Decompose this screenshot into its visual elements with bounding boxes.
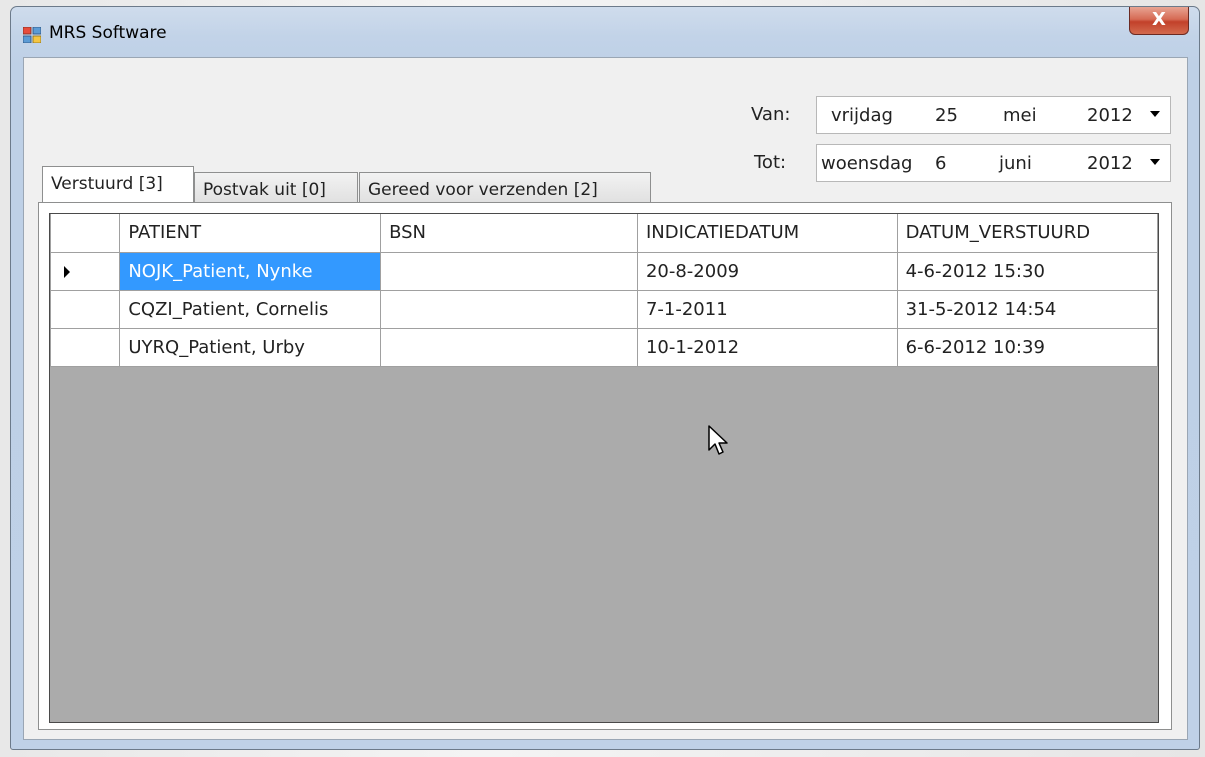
cell-bsn[interactable] <box>380 327 638 367</box>
cell-bsn[interactable] <box>380 251 638 291</box>
tab-panel: PATIENT BSN INDICATIEDATUM DATUM_VERSTUU… <box>38 202 1172 730</box>
window-title: MRS Software <box>49 23 167 43</box>
cell-datum-verstuurd[interactable]: 4-6-2012 15:30 <box>896 251 1158 291</box>
column-header-patient[interactable]: PATIENT <box>119 214 382 253</box>
column-header-indicatiedatum[interactable]: INDICATIEDATUM <box>636 214 898 253</box>
table-row[interactable]: CQZI_Patient, Cornelis 7-1-2011 31-5-201… <box>50 289 1158 329</box>
row-header-corner[interactable] <box>50 214 121 253</box>
tot-day: 6 <box>935 153 947 174</box>
tab-label: Verstuurd [3] <box>51 174 163 194</box>
tab-label: Gereed voor verzenden [2] <box>368 180 598 200</box>
tab-postvak-uit[interactable]: Postvak uit [0] <box>194 172 358 202</box>
cell-patient[interactable]: CQZI_Patient, Cornelis <box>119 289 382 329</box>
client-area: Van: vrijdag 25 mei 2012 Tot: woensdag 6… <box>23 57 1188 740</box>
cell-indicatiedatum[interactable]: 20-8-2009 <box>636 251 898 291</box>
tot-year: 2012 <box>1087 153 1133 174</box>
tot-weekday: woensdag <box>821 153 913 174</box>
title-bar[interactable]: MRS Software X <box>11 7 1199 57</box>
tot-label: Tot: <box>754 152 787 173</box>
app-icon <box>23 27 41 43</box>
cell-patient[interactable]: UYRQ_Patient, Urby <box>119 327 382 367</box>
tab-gereed-voor-verzenden[interactable]: Gereed voor verzenden [2] <box>359 172 651 202</box>
main-window: MRS Software X Van: vrijdag 25 mei 2012 … <box>10 6 1200 750</box>
row-header[interactable] <box>50 327 121 367</box>
van-weekday: vrijdag <box>831 105 893 126</box>
tot-date-picker[interactable]: woensdag 6 juni 2012 <box>816 144 1171 182</box>
cell-bsn[interactable] <box>380 289 638 329</box>
van-day: 25 <box>935 105 958 126</box>
cell-datum-verstuurd[interactable]: 31-5-2012 14:54 <box>896 289 1158 329</box>
column-header-datum-verstuurd[interactable]: DATUM_VERSTUURD <box>896 214 1158 253</box>
header-row: PATIENT BSN INDICATIEDATUM DATUM_VERSTUU… <box>50 214 1158 253</box>
cell-patient[interactable]: NOJK_Patient, Nynke <box>119 251 382 291</box>
tab-label: Postvak uit [0] <box>203 180 326 200</box>
row-header[interactable] <box>50 289 121 329</box>
close-icon: X <box>1152 9 1166 30</box>
grid-table: PATIENT BSN INDICATIEDATUM DATUM_VERSTUU… <box>50 214 1158 367</box>
chevron-down-icon[interactable] <box>1150 159 1160 165</box>
cell-indicatiedatum[interactable]: 10-1-2012 <box>636 327 898 367</box>
van-month: mei <box>1003 105 1037 126</box>
current-row-arrow-icon <box>64 265 70 278</box>
van-date-picker[interactable]: vrijdag 25 mei 2012 <box>816 96 1171 134</box>
column-header-bsn[interactable]: BSN <box>380 214 638 253</box>
chevron-down-icon[interactable] <box>1150 111 1160 117</box>
van-label: Van: <box>751 104 791 125</box>
table-row[interactable]: NOJK_Patient, Nynke 20-8-2009 4-6-2012 1… <box>50 251 1158 291</box>
close-button[interactable]: X <box>1129 7 1189 35</box>
table-row[interactable]: UYRQ_Patient, Urby 10-1-2012 6-6-2012 10… <box>50 327 1158 367</box>
data-grid[interactable]: PATIENT BSN INDICATIEDATUM DATUM_VERSTUU… <box>49 213 1159 723</box>
van-year: 2012 <box>1087 105 1133 126</box>
cell-indicatiedatum[interactable]: 7-1-2011 <box>636 289 898 329</box>
row-header[interactable] <box>50 251 121 291</box>
cell-datum-verstuurd[interactable]: 6-6-2012 10:39 <box>896 327 1158 367</box>
mouse-pointer-icon <box>708 425 728 455</box>
tab-verstuurd[interactable]: Verstuurd [3] <box>42 166 194 202</box>
tot-month: juni <box>999 153 1032 174</box>
